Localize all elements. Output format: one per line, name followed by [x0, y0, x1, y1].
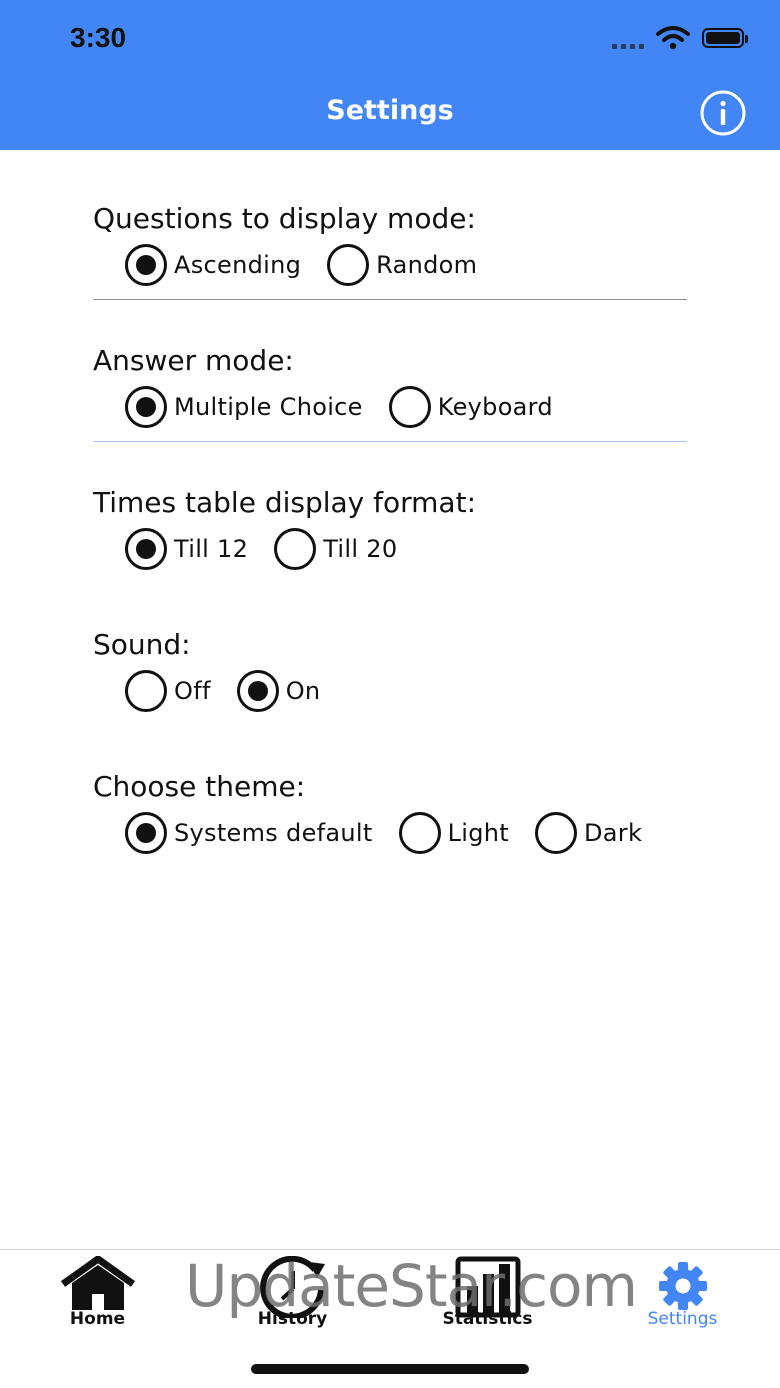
tab-label: Home: [69, 1309, 126, 1329]
theme-section: Choose theme: Systems default Light Dark: [93, 767, 687, 854]
option-light[interactable]: Light: [398, 812, 509, 854]
radio-button-selected[interactable]: [125, 244, 167, 286]
home-indicator[interactable]: [251, 1364, 529, 1374]
option-keyboard[interactable]: Keyboard: [388, 386, 553, 428]
option-multiple-choice[interactable]: Multiple Choice: [125, 386, 363, 428]
option-label: Random: [376, 251, 478, 279]
gear-icon: [658, 1262, 707, 1310]
section-label: Times table display format:: [93, 486, 477, 519]
option-label: Till 20: [323, 535, 398, 563]
radio-button[interactable]: [388, 386, 431, 428]
option-label: Ascending: [174, 251, 302, 279]
option-label: Off: [174, 677, 211, 705]
status-icons: [612, 26, 748, 50]
tab-label: Statistics: [442, 1309, 533, 1329]
radio-group: Off On: [125, 670, 687, 712]
radio-button[interactable]: [125, 670, 167, 712]
option-till-20[interactable]: Till 20: [274, 528, 397, 570]
radio-button[interactable]: [534, 812, 577, 854]
divider: [93, 441, 687, 442]
page-title: Settings: [326, 95, 454, 126]
radio-group: Systems default Light Dark: [125, 812, 687, 854]
section-label: Answer mode:: [93, 344, 294, 377]
radio-button[interactable]: [398, 812, 441, 854]
navigation-header: 3:30 Settings: [0, 0, 780, 150]
sound-section: Sound: Off On: [93, 625, 687, 712]
tab-settings[interactable]: Settings: [585, 1250, 780, 1340]
divider: [93, 299, 687, 300]
tab-label: Settings: [647, 1309, 718, 1329]
cellular-signal-icon: [612, 27, 644, 49]
radio-button-selected[interactable]: [236, 670, 279, 712]
radio-group: Till 12 Till 20: [125, 528, 687, 570]
radio-group: Ascending Random: [125, 244, 687, 286]
option-label: Dark: [583, 819, 643, 847]
option-random[interactable]: Random: [327, 244, 477, 286]
option-till-12[interactable]: Till 12: [125, 528, 248, 570]
radio-button-selected[interactable]: [125, 386, 167, 428]
option-label: Light: [447, 819, 509, 847]
option-label: Multiple Choice: [174, 393, 363, 421]
radio-button-selected[interactable]: [125, 812, 167, 854]
option-ascending[interactable]: Ascending: [125, 244, 301, 286]
radio-group: Multiple Choice Keyboard: [125, 386, 687, 428]
tab-label: History: [257, 1309, 328, 1329]
option-sound-on[interactable]: On: [236, 670, 321, 712]
option-label: Keyboard: [437, 393, 553, 421]
tab-statistics[interactable]: Statistics: [390, 1250, 585, 1340]
option-label: Systems default: [174, 819, 373, 847]
radio-button[interactable]: [327, 244, 370, 286]
option-label: Till 12: [174, 535, 249, 563]
wifi-icon: [656, 26, 690, 50]
radio-button[interactable]: [274, 528, 317, 570]
display-mode-section: Questions to display mode: Ascending Ran…: [93, 199, 687, 286]
option-systems-default[interactable]: Systems default: [125, 812, 373, 854]
tab-history[interactable]: History: [195, 1250, 390, 1340]
status-time: 3:30: [70, 22, 127, 53]
info-icon: [700, 90, 746, 136]
option-dark[interactable]: Dark: [534, 812, 643, 854]
times-table-format-section: Times table display format: Till 12 Till…: [93, 483, 687, 570]
radio-button-selected[interactable]: [125, 528, 167, 570]
section-label: Questions to display mode:: [93, 202, 476, 235]
option-label: On: [285, 677, 321, 705]
option-sound-off[interactable]: Off: [125, 670, 211, 712]
home-icon: [60, 1256, 135, 1310]
battery-icon: [702, 28, 748, 48]
section-label: Sound:: [93, 628, 191, 661]
tab-home[interactable]: Home: [0, 1250, 195, 1340]
info-button[interactable]: [699, 89, 747, 137]
section-label: Choose theme:: [93, 770, 306, 803]
answer-mode-section: Answer mode: Multiple Choice Keyboard: [93, 341, 687, 428]
